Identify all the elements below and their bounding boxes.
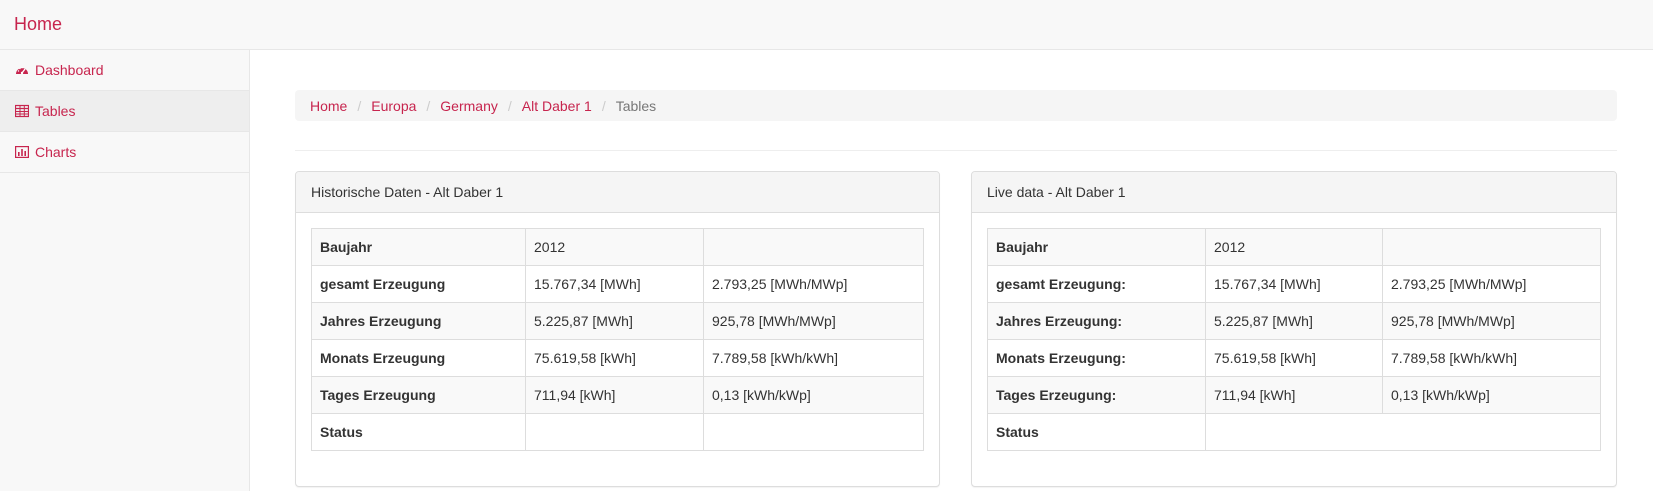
row-value: 15.767,34 [MWh] bbox=[1205, 265, 1383, 303]
dashboard-icon bbox=[16, 67, 28, 75]
table-row: Jahres Erzeugung: 5.225,87 [MWh] 925,78 … bbox=[987, 302, 1601, 340]
sidebar-item-label: Tables bbox=[35, 103, 76, 119]
row-value: 2012 bbox=[525, 228, 704, 266]
row-label: Baujahr bbox=[987, 228, 1206, 266]
panel-title: Live data - Alt Daber 1 bbox=[972, 172, 1616, 213]
row-value: 711,94 [kWh] bbox=[525, 376, 704, 414]
live-data-panel: Live data - Alt Daber 1 Baujahr 2012 ges… bbox=[971, 171, 1617, 487]
sidebar-item-label: Charts bbox=[35, 144, 77, 160]
row-value: 2012 bbox=[1205, 228, 1383, 266]
breadcrumb-current: Tables bbox=[615, 97, 657, 114]
table-row: Monats Erzeugung 75.619,58 [kWh] 7.789,5… bbox=[311, 339, 924, 377]
live-data-table: Baujahr 2012 gesamt Erzeugung: 15.767,34… bbox=[987, 228, 1601, 451]
breadcrumb-separator: / bbox=[357, 97, 362, 114]
table-row: Tages Erzeugung 711,94 [kWh] 0,13 [kWh/k… bbox=[311, 376, 924, 414]
breadcrumb-europa[interactable]: Europa bbox=[371, 98, 416, 114]
table-icon bbox=[15, 104, 29, 118]
breadcrumb-alt-daber[interactable]: Alt Daber 1 bbox=[522, 98, 592, 114]
breadcrumb-separator: / bbox=[426, 97, 431, 114]
row-specific-value: 0,13 [kWh/kWp] bbox=[703, 376, 924, 414]
historic-data-panel: Historische Daten - Alt Daber 1 Baujahr … bbox=[295, 171, 940, 487]
row-specific-value: 0,13 [kWh/kWp] bbox=[1382, 376, 1601, 414]
breadcrumb-home[interactable]: Home bbox=[310, 98, 347, 114]
row-value: 15.767,34 [MWh] bbox=[525, 265, 704, 303]
row-value bbox=[1205, 413, 1601, 451]
row-label: Monats Erzeugung: bbox=[987, 339, 1206, 377]
table-row: Tages Erzeugung: 711,94 [kWh] 0,13 [kWh/… bbox=[987, 376, 1601, 414]
row-value: 5.225,87 [MWh] bbox=[525, 302, 704, 340]
row-label: Baujahr bbox=[311, 228, 526, 266]
row-label: gesamt Erzeugung: bbox=[987, 265, 1206, 303]
table-row: Jahres Erzeugung 5.225,87 [MWh] 925,78 [… bbox=[311, 302, 924, 340]
table-row: Status bbox=[987, 413, 1601, 451]
table-row: gesamt Erzeugung: 15.767,34 [MWh] 2.793,… bbox=[987, 265, 1601, 303]
row-specific-value bbox=[703, 228, 924, 266]
divider bbox=[295, 150, 1617, 151]
row-value bbox=[525, 413, 704, 451]
row-specific-value: 7.789,58 [kWh/kWh] bbox=[703, 339, 924, 377]
row-label: Status bbox=[311, 413, 526, 451]
row-specific-value: 2.793,25 [MWh/MWp] bbox=[1382, 265, 1601, 303]
row-label: gesamt Erzeugung bbox=[311, 265, 526, 303]
sidebar-item-tables[interactable]: Tables bbox=[0, 91, 249, 132]
historic-data-table: Baujahr 2012 gesamt Erzeugung 15.767,34 … bbox=[311, 228, 924, 451]
row-specific-value: 7.789,58 [kWh/kWh] bbox=[1382, 339, 1601, 377]
table-row: gesamt Erzeugung 15.767,34 [MWh] 2.793,2… bbox=[311, 265, 924, 303]
table-row: Monats Erzeugung: 75.619,58 [kWh] 7.789,… bbox=[987, 339, 1601, 377]
sidebar: Dashboard Tables Charts bbox=[0, 50, 250, 491]
row-value: 75.619,58 [kWh] bbox=[525, 339, 704, 377]
row-label: Monats Erzeugung bbox=[311, 339, 526, 377]
table-row: Baujahr 2012 bbox=[987, 228, 1601, 266]
sidebar-item-label: Dashboard bbox=[35, 62, 104, 78]
row-label: Jahres Erzeugung bbox=[311, 302, 526, 340]
breadcrumb-germany[interactable]: Germany bbox=[440, 98, 498, 114]
row-specific-value bbox=[703, 413, 924, 451]
row-value: 711,94 [kWh] bbox=[1205, 376, 1383, 414]
row-label: Status bbox=[987, 413, 1206, 451]
row-specific-value bbox=[1382, 228, 1601, 266]
brand-home-link[interactable]: Home bbox=[14, 14, 62, 35]
sidebar-item-charts[interactable]: Charts bbox=[0, 132, 249, 173]
row-specific-value: 925,78 [MWh/MWp] bbox=[1382, 302, 1601, 340]
row-value: 75.619,58 [kWh] bbox=[1205, 339, 1383, 377]
row-value: 5.225,87 [MWh] bbox=[1205, 302, 1383, 340]
bar-chart-icon bbox=[15, 146, 29, 159]
row-specific-value: 2.793,25 [MWh/MWp] bbox=[703, 265, 924, 303]
sidebar-item-dashboard[interactable]: Dashboard bbox=[0, 50, 249, 91]
top-navbar: Home bbox=[0, 0, 1653, 50]
row-label: Tages Erzeugung: bbox=[987, 376, 1206, 414]
row-label: Jahres Erzeugung: bbox=[987, 302, 1206, 340]
panel-title: Historische Daten - Alt Daber 1 bbox=[296, 172, 939, 213]
breadcrumb: Home / Europa / Germany / Alt Daber 1 / … bbox=[295, 90, 1617, 121]
breadcrumb-separator: / bbox=[601, 97, 606, 114]
row-specific-value: 925,78 [MWh/MWp] bbox=[703, 302, 924, 340]
breadcrumb-separator: / bbox=[507, 97, 512, 114]
table-row: Status bbox=[311, 413, 924, 451]
table-row: Baujahr 2012 bbox=[311, 228, 924, 266]
row-label: Tages Erzeugung bbox=[311, 376, 526, 414]
